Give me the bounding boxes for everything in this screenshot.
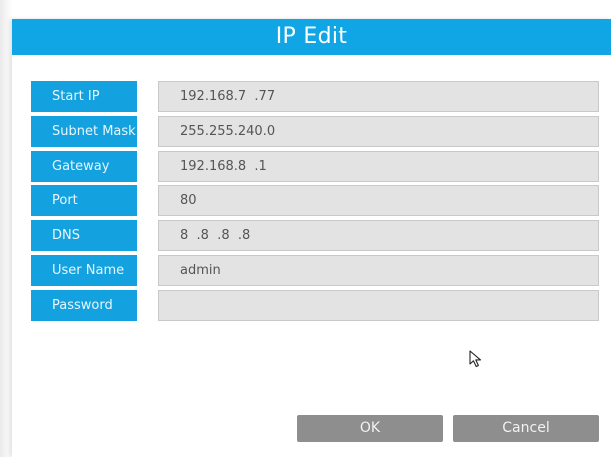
- port-row: Port 80: [31, 185, 599, 216]
- subnet-mask-row: Subnet Mask 255.255.240.0: [31, 116, 599, 147]
- gateway-row: Gateway 192.168.8 .1: [31, 151, 599, 182]
- port-label: Port: [31, 185, 137, 216]
- password-row: Password: [31, 290, 599, 321]
- password-label: Password: [31, 290, 137, 321]
- dns-row: DNS 8 .8 .8 .8: [31, 220, 599, 251]
- start-ip-row: Start IP 192.168.7 .77: [31, 81, 599, 112]
- gateway-input[interactable]: 192.168.8 .1: [158, 151, 599, 182]
- start-ip-label: Start IP: [31, 81, 137, 112]
- ip-edit-dialog: IP Edit Start IP 192.168.7 .77 Subnet Ma…: [12, 19, 611, 457]
- user-name-label: User Name: [31, 255, 137, 286]
- ok-button[interactable]: OK: [297, 415, 443, 442]
- dialog-title: IP Edit: [12, 19, 611, 55]
- subnet-mask-input[interactable]: 255.255.240.0: [158, 116, 599, 147]
- port-input[interactable]: 80: [158, 185, 599, 216]
- password-input[interactable]: [158, 290, 599, 321]
- start-ip-input[interactable]: 192.168.7 .77: [158, 81, 599, 112]
- gateway-label: Gateway: [31, 151, 137, 182]
- mouse-pointer-icon: [469, 350, 482, 368]
- background-edge: [0, 0, 12, 457]
- dns-input[interactable]: 8 .8 .8 .8: [158, 220, 599, 251]
- user-name-row: User Name admin: [31, 255, 599, 286]
- dns-label: DNS: [31, 220, 137, 251]
- cancel-button[interactable]: Cancel: [453, 415, 599, 442]
- subnet-mask-label: Subnet Mask: [31, 116, 137, 147]
- screen: IP Edit Start IP 192.168.7 .77 Subnet Ma…: [0, 0, 611, 457]
- user-name-input[interactable]: admin: [158, 255, 599, 286]
